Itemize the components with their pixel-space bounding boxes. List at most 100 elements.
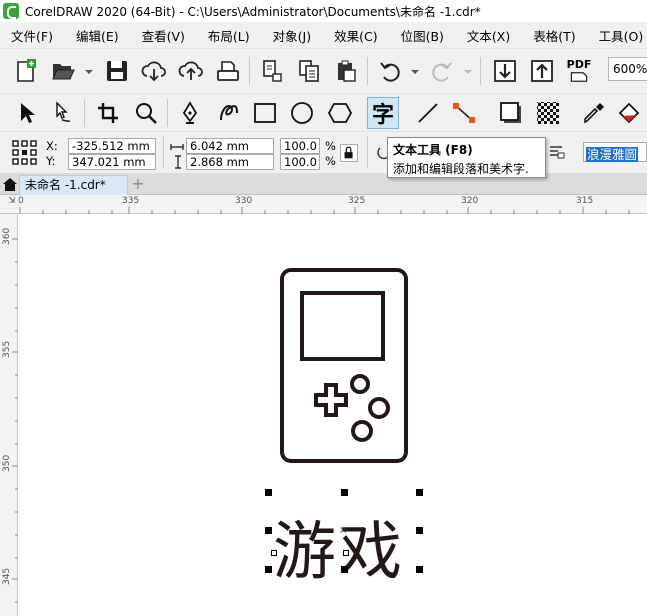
pen-tool-icon[interactable] xyxy=(174,97,206,129)
vertical-ruler-ticks xyxy=(12,238,18,603)
ruler-label: 360 xyxy=(2,227,12,245)
width-field[interactable]: 6.042 mm xyxy=(186,138,274,154)
ruler-label: 315 xyxy=(576,196,594,206)
home-icon[interactable] xyxy=(2,176,18,192)
menu-view[interactable]: 查看(V) xyxy=(131,26,197,45)
cloud-download-icon[interactable] xyxy=(138,55,170,87)
menu-effects[interactable]: 效果(C) xyxy=(323,26,389,45)
drop-shadow-icon[interactable] xyxy=(495,97,527,129)
paste-icon[interactable] xyxy=(330,55,362,87)
publish-pdf-button[interactable]: PDF xyxy=(563,55,595,87)
zoom-tool-icon[interactable] xyxy=(130,97,162,129)
toolbar-separator xyxy=(367,57,368,85)
ruler-label: 330 xyxy=(235,196,253,206)
ellipse-tool-icon[interactable] xyxy=(286,97,318,129)
import-icon[interactable] xyxy=(489,55,521,87)
vertical-ruler[interactable]: 360 355 350 345 xyxy=(0,214,18,616)
text-node-handle[interactable] xyxy=(343,550,349,556)
text-node-handle[interactable] xyxy=(271,550,277,556)
cloud-upload-icon[interactable] xyxy=(175,55,207,87)
selection-handle-top[interactable] xyxy=(341,489,348,496)
height-field[interactable]: 2.868 mm xyxy=(186,154,274,170)
toolbar-separator xyxy=(167,99,168,127)
menu-object[interactable]: 对象(J) xyxy=(262,26,323,45)
lock-ratio-icon[interactable] xyxy=(340,144,358,162)
menu-layout[interactable]: 布局(L) xyxy=(197,26,262,45)
document-tab[interactable]: 未命名 -1.cdr* xyxy=(19,175,128,195)
percent-label-h: % xyxy=(325,154,336,168)
toolbar-separator xyxy=(84,99,85,127)
toolbar-separator xyxy=(367,136,368,168)
height-icon xyxy=(173,155,183,169)
ruler-corner-icon[interactable]: ⇲ xyxy=(8,196,16,206)
object-origin-icon[interactable] xyxy=(12,140,38,166)
percent-label-w: % xyxy=(325,139,336,153)
selection-handle-left[interactable] xyxy=(265,527,272,534)
redo-icon[interactable] xyxy=(426,55,458,87)
window-title: CorelDRAW 2020 (64-Bit) - C:\Users\Admin… xyxy=(25,4,481,19)
new-document-icon[interactable] xyxy=(10,55,42,87)
open-dropdown-icon[interactable] xyxy=(85,70,93,74)
toolbox: 字 xyxy=(0,93,647,131)
horizontal-ruler[interactable]: ⇲ 0 335 330 325 320 315 xyxy=(0,195,647,214)
rectangle-tool-icon[interactable] xyxy=(249,97,281,129)
menu-file[interactable]: 文件(F) xyxy=(0,26,65,45)
undo-dropdown-icon[interactable] xyxy=(411,70,419,74)
eyedropper-tool-icon[interactable] xyxy=(578,97,610,129)
drawing-canvas[interactable]: 游戏 × xyxy=(19,214,647,616)
pick-tool-icon[interactable] xyxy=(10,97,42,129)
x-position-field[interactable]: -325.512 mm xyxy=(68,138,156,154)
add-tab-button[interactable]: + xyxy=(130,176,146,193)
selection-handle-bottom[interactable] xyxy=(341,566,348,573)
menu-bar: 文件(F) 编辑(E) 查看(V) 布局(L) 对象(J) 效果(C) 位图(B… xyxy=(0,22,647,48)
connector-tool-icon[interactable] xyxy=(412,97,444,129)
scale-width-field[interactable]: 100.0 xyxy=(280,138,320,154)
print-icon[interactable] xyxy=(212,55,244,87)
caption-text[interactable]: 游戏 xyxy=(273,501,405,592)
text-align-icon[interactable] xyxy=(548,144,566,160)
zoom-level-field[interactable]: 600% xyxy=(608,57,647,81)
ruler-label: 350 xyxy=(2,454,12,472)
menu-tools[interactable]: 工具(O) xyxy=(588,26,647,45)
font-name-field[interactable]: 浪漫雅圆 xyxy=(583,142,647,162)
import-clipboard-icon[interactable] xyxy=(256,55,288,87)
menu-bitmaps[interactable]: 位图(B) xyxy=(390,26,456,45)
selection-handle-right[interactable] xyxy=(416,527,423,534)
open-folder-icon[interactable] xyxy=(47,55,79,87)
menu-table[interactable]: 表格(T) xyxy=(522,26,587,45)
save-icon[interactable] xyxy=(101,55,133,87)
standard-toolbar: PDF 600% xyxy=(0,48,647,93)
artistic-media-icon[interactable] xyxy=(212,97,244,129)
selection-handle-top-left[interactable] xyxy=(265,489,272,496)
selection-handle-bottom-right[interactable] xyxy=(416,566,423,573)
undo-icon[interactable] xyxy=(374,55,406,87)
font-name-text: 浪漫雅圆 xyxy=(586,147,639,162)
selection-handle-bottom-left[interactable] xyxy=(265,566,272,573)
tooltip-title: 文本工具 (F8) xyxy=(393,143,473,157)
copy-icon[interactable] xyxy=(293,55,325,87)
menu-edit[interactable]: 编辑(E) xyxy=(65,26,131,45)
crop-tool-icon[interactable] xyxy=(92,97,124,129)
coreldraw-app-icon[interactable] xyxy=(3,3,19,19)
toolbar-separator xyxy=(249,57,250,85)
ruler-label: 345 xyxy=(2,567,12,585)
transparency-tool-icon[interactable] xyxy=(532,97,564,129)
tooltip-description: 添加和编辑段落和美术字. xyxy=(393,162,529,176)
dimension-tool-icon[interactable] xyxy=(448,97,480,129)
text-tool-tooltip: 文本工具 (F8) 添加和编辑段落和美术字. xyxy=(387,137,546,178)
property-bar: X: Y: -325.512 mm 347.021 mm 6.042 mm 2.… xyxy=(0,131,647,173)
polygon-tool-icon[interactable] xyxy=(324,97,356,129)
selection-handle-top-right[interactable] xyxy=(416,489,423,496)
text-tool-button[interactable]: 字 xyxy=(367,97,399,129)
y-position-field[interactable]: 347.021 mm xyxy=(68,154,156,170)
export-icon[interactable] xyxy=(526,55,558,87)
menu-text[interactable]: 文本(X) xyxy=(456,26,522,45)
ruler-label: 335 xyxy=(122,196,140,206)
redo-dropdown-icon[interactable] xyxy=(464,70,472,74)
document-tab-bar: 未命名 -1.cdr* + xyxy=(0,173,647,195)
shape-tool-icon[interactable] xyxy=(47,97,79,129)
y-label: Y: xyxy=(46,154,56,168)
scale-height-field[interactable]: 100.0 xyxy=(280,154,320,170)
interactive-fill-icon[interactable] xyxy=(614,97,646,129)
x-label: X: xyxy=(46,139,58,153)
